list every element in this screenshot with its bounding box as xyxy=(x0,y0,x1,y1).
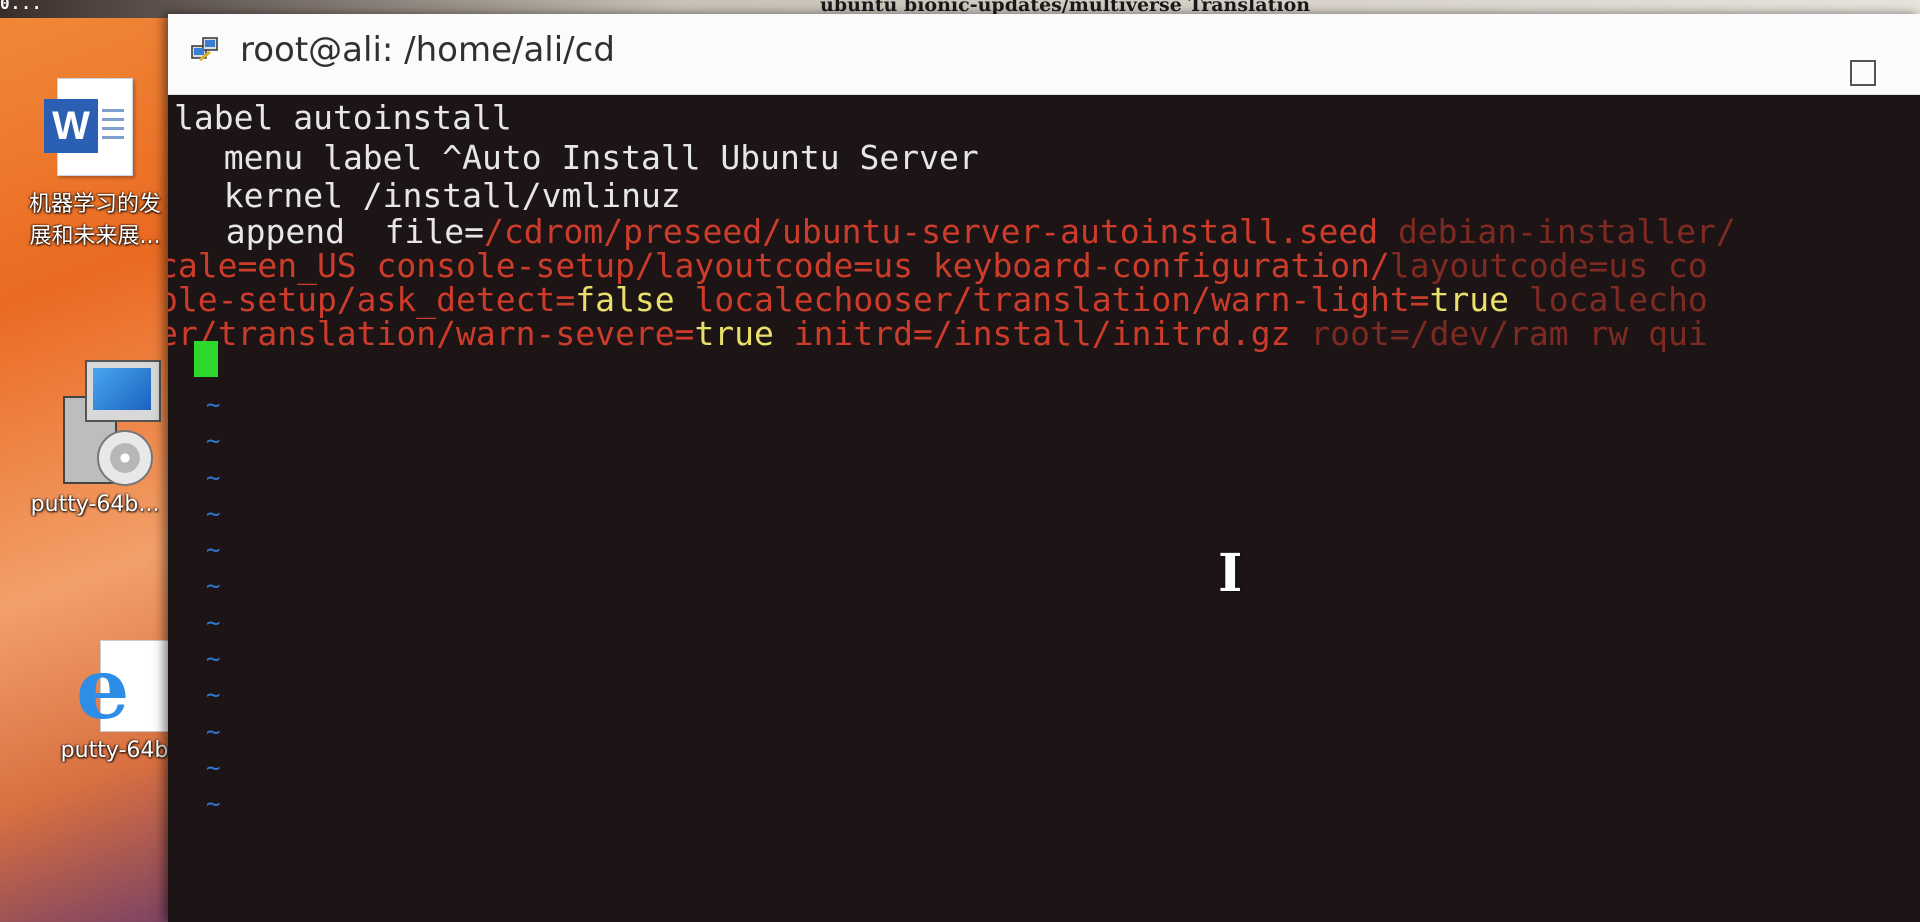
text-cursor xyxy=(194,341,218,377)
background-window-text-left: 0... xyxy=(0,0,43,13)
terminal-text: initrd=/install/initrd.gz xyxy=(773,314,1311,353)
window-titlebar[interactable]: root@ali: /home/ali/cd xyxy=(168,14,1920,95)
word-doc-icon: W xyxy=(44,78,133,176)
terminal-text: true xyxy=(694,314,774,353)
desktop-icon-label: 机器学习的发 xyxy=(28,192,161,217)
terminal-text: root=/dev/ram rw qui xyxy=(1310,314,1708,353)
empty-line-markers: ~ ~ ~ ~ ~ ~ ~ ~ ~ ~ ~ ~ xyxy=(206,391,221,819)
terminal-line: er/translation/warn-severe=true initrd=/… xyxy=(168,315,1708,352)
desktop-icon-word-doc[interactable]: W 机器学习的发 展和未来展... xyxy=(0,78,190,250)
terminal-area[interactable]: label autoinstall menu label ^Auto Insta… xyxy=(168,95,1920,922)
terminal-line: kernel /install/vmlinuz xyxy=(184,176,681,215)
putty-app-icon xyxy=(191,37,218,62)
desktop-icon-label: 展和未来展... xyxy=(29,224,161,249)
terminal-line: ole-setup/ask_detect=false localechooser… xyxy=(168,281,1708,318)
window-title: root@ali: /home/ali/cd xyxy=(240,30,615,70)
desktop-icon-label: putty-64b... xyxy=(30,492,160,517)
mouse-ibeam-cursor-icon: I xyxy=(1218,543,1243,604)
maximize-button[interactable] xyxy=(1850,60,1876,86)
terminal-text: er/translation/warn-severe= xyxy=(168,314,695,353)
terminal-line: label autoinstall xyxy=(174,98,512,137)
internet-explorer-icon: e xyxy=(70,640,180,732)
putty-window[interactable]: root@ali: /home/ali/cd label autoinstall… xyxy=(168,14,1920,922)
putty-computer-icon xyxy=(35,360,161,490)
desktop-icon-putty[interactable]: putty-64b... xyxy=(0,360,190,517)
terminal-line: cale=en_US console-setup/layoutcode=us k… xyxy=(168,247,1708,284)
terminal-line: append file=/cdrom/preseed/ubuntu-server… xyxy=(186,213,1736,250)
terminal-line: menu label ^Auto Install Ubuntu Server xyxy=(184,138,979,177)
